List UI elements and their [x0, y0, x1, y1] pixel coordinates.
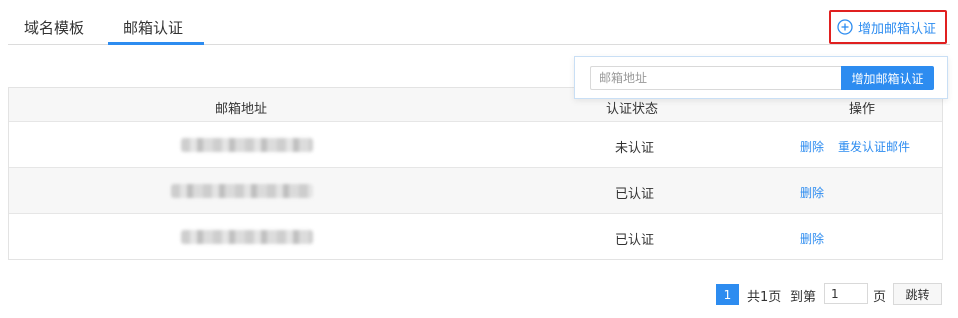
- table-row: 已认证 删除: [9, 214, 942, 259]
- email-address-redacted: [181, 138, 313, 152]
- table-row: 已认证 删除: [9, 168, 942, 214]
- jump-button[interactable]: 跳转: [893, 283, 942, 305]
- status-cell: 已认证: [615, 233, 655, 248]
- plus-circle-icon: [837, 19, 853, 35]
- delete-link[interactable]: 删除: [800, 230, 824, 247]
- resend-verification-link[interactable]: 重发认证邮件: [838, 138, 910, 155]
- delete-link[interactable]: 删除: [800, 138, 824, 155]
- email-address-redacted: [171, 184, 313, 198]
- goto-page-input[interactable]: [824, 283, 868, 304]
- delete-link[interactable]: 删除: [800, 184, 824, 201]
- active-tab-indicator: [108, 42, 204, 45]
- email-table: 邮箱地址 认证状态 操作 未认证 删除 重发认证邮件 已认证 删除 已认证 删除: [8, 87, 943, 260]
- email-address-input[interactable]: [590, 66, 842, 90]
- page-number-current[interactable]: 1: [716, 284, 739, 305]
- page-unit-label: 页: [873, 290, 887, 305]
- add-email-popover: 增加邮箱认证: [574, 56, 948, 99]
- confirm-add-email-button[interactable]: 增加邮箱认证: [841, 66, 934, 90]
- status-cell: 已认证: [615, 187, 655, 202]
- email-address-redacted: [181, 230, 313, 244]
- column-header-status: 认证状态: [606, 102, 659, 117]
- goto-page-label: 到第: [790, 290, 817, 305]
- column-header-email: 邮箱地址: [215, 102, 268, 117]
- tab-domain-template[interactable]: 域名模板: [24, 17, 84, 45]
- tab-bar: 域名模板 邮箱认证: [8, 0, 950, 45]
- add-email-verification-label: 增加邮箱认证: [858, 21, 937, 37]
- page-total-text: 共1页: [747, 290, 782, 305]
- add-email-verification-button[interactable]: 增加邮箱认证: [829, 10, 947, 44]
- column-header-actions: 操作: [849, 102, 876, 117]
- status-cell: 未认证: [615, 141, 655, 156]
- tab-email-verification[interactable]: 邮箱认证: [123, 17, 183, 45]
- table-row: 未认证 删除 重发认证邮件: [9, 122, 942, 168]
